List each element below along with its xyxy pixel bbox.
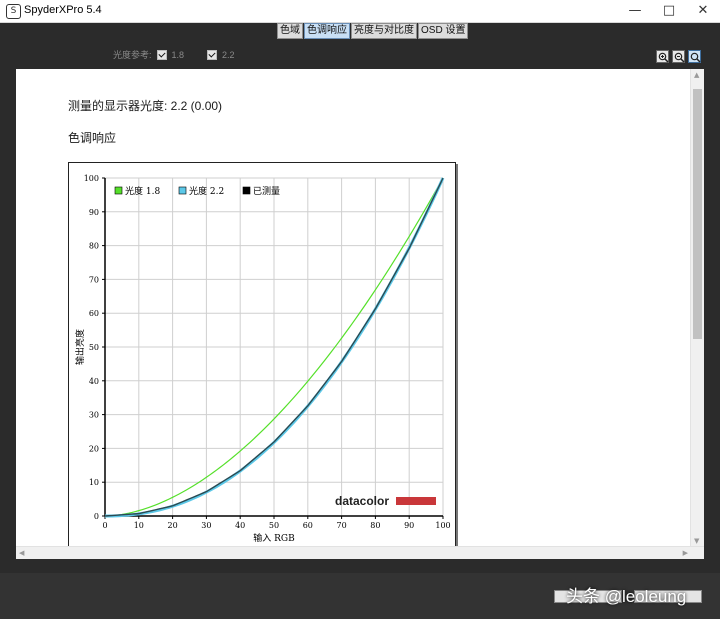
vertical-scrollbar[interactable]: ▲ ▼ — [690, 69, 704, 547]
gamma-2-2-label: 2.2 — [222, 49, 235, 60]
legend-label-2: 光度 2.2 — [189, 185, 224, 197]
gamma-reference-row: 光度参考: 1.8 2.2 — [113, 48, 235, 61]
zoom-in-icon[interactable] — [656, 50, 669, 63]
gamma-reference-label: 光度参考: — [113, 50, 152, 60]
x-tick-label: 70 — [337, 521, 347, 530]
legend-label-3: 已测量 — [253, 186, 280, 197]
legend-swatch-2 — [178, 186, 187, 195]
y-tick-label: 30 — [89, 411, 99, 420]
tab-osd-settings[interactable]: OSD 设置 — [418, 23, 469, 39]
tab-gamut[interactable]: 色域 — [277, 23, 303, 39]
y-tick-label: 0 — [94, 512, 99, 521]
watermark-text: 头条 @leoleung — [566, 587, 687, 606]
y-tick-label: 50 — [89, 343, 99, 352]
y-tick-label: 10 — [89, 478, 99, 487]
tab-brightness-contrast[interactable]: 亮度与对比度 — [351, 23, 417, 39]
report-panel: 测量的显示器光度: 2.2 (0.00) 色调响应 0 10 20 30 40 50 60 7… — [16, 69, 704, 559]
tone-response-chart: 0 10 20 30 40 50 60 70 80 90 100 0 10 20 30 40 50 60 70 80 9… — [68, 162, 456, 552]
x-tick-label: 30 — [201, 521, 211, 530]
y-tick-label: 90 — [89, 208, 99, 217]
gamma-2-2-checkbox[interactable] — [207, 49, 218, 60]
x-tick-label: 90 — [404, 521, 414, 530]
y-tick-label: 40 — [89, 377, 99, 386]
y-tick-label: 20 — [89, 444, 99, 453]
chart-svg: 0 10 20 30 40 50 60 70 80 90 100 0 10 20 30 40 50 60 70 80 9… — [74, 174, 451, 544]
maximize-icon[interactable]: □ — [652, 0, 686, 22]
scroll-right-icon[interactable]: ▶ — [683, 549, 688, 557]
zoom-out-icon[interactable] — [672, 50, 685, 63]
legend-label-1: 光度 1.8 — [125, 185, 160, 197]
y-axis-label: 输出亮度 — [74, 329, 86, 365]
x-tick-label: 100 — [435, 521, 450, 530]
x-tick-label: 60 — [303, 521, 313, 530]
horizontal-scrollbar[interactable]: ◀ ▶ — [16, 546, 704, 559]
scroll-down-icon[interactable]: ▼ — [694, 537, 699, 545]
window-title: SpyderXPro 5.4 — [24, 4, 102, 16]
y-tick-label: 70 — [89, 275, 99, 284]
zoom-fit-icon[interactable] — [688, 50, 701, 63]
tab-bar: 色域 色调响应 亮度与对比度 OSD 设置 — [277, 23, 469, 39]
gamma-1-8-checkbox[interactable] — [156, 49, 167, 60]
x-tick-label: 50 — [269, 521, 279, 530]
x-tick-label: 40 — [235, 521, 245, 530]
x-tick-label: 80 — [370, 521, 380, 530]
legend-swatch-3 — [242, 186, 251, 195]
x-tick-label: 10 — [134, 521, 144, 530]
datacolor-logo-bar — [396, 497, 436, 505]
gamma-1-8-label: 1.8 — [171, 49, 185, 60]
measured-gamma-text: 测量的显示器光度: 2.2 (0.00) — [68, 99, 223, 113]
x-tick-label: 20 — [168, 521, 178, 530]
app-icon: S — [6, 4, 21, 19]
scroll-up-icon[interactable]: ▲ — [694, 71, 699, 79]
title-bar: S SpyderXPro 5.4 — □ ✕ — [0, 0, 720, 23]
y-tick-label: 100 — [84, 174, 99, 183]
x-tick-label: 0 — [102, 521, 107, 530]
close-icon[interactable]: ✕ — [686, 0, 720, 22]
minimize-icon[interactable]: — — [618, 0, 652, 22]
datacolor-logo-text: datacolor — [335, 494, 389, 508]
vertical-scroll-thumb[interactable] — [693, 89, 702, 339]
x-axis-label: 输入 RGB — [253, 532, 295, 544]
y-tick-label: 60 — [89, 309, 99, 318]
section-title: 色调响应 — [68, 131, 117, 145]
scroll-left-icon[interactable]: ◀ — [19, 549, 24, 557]
y-tick-label: 80 — [89, 242, 99, 251]
tab-tone-response[interactable]: 色调响应 — [304, 23, 350, 39]
legend-swatch-1 — [114, 186, 123, 195]
